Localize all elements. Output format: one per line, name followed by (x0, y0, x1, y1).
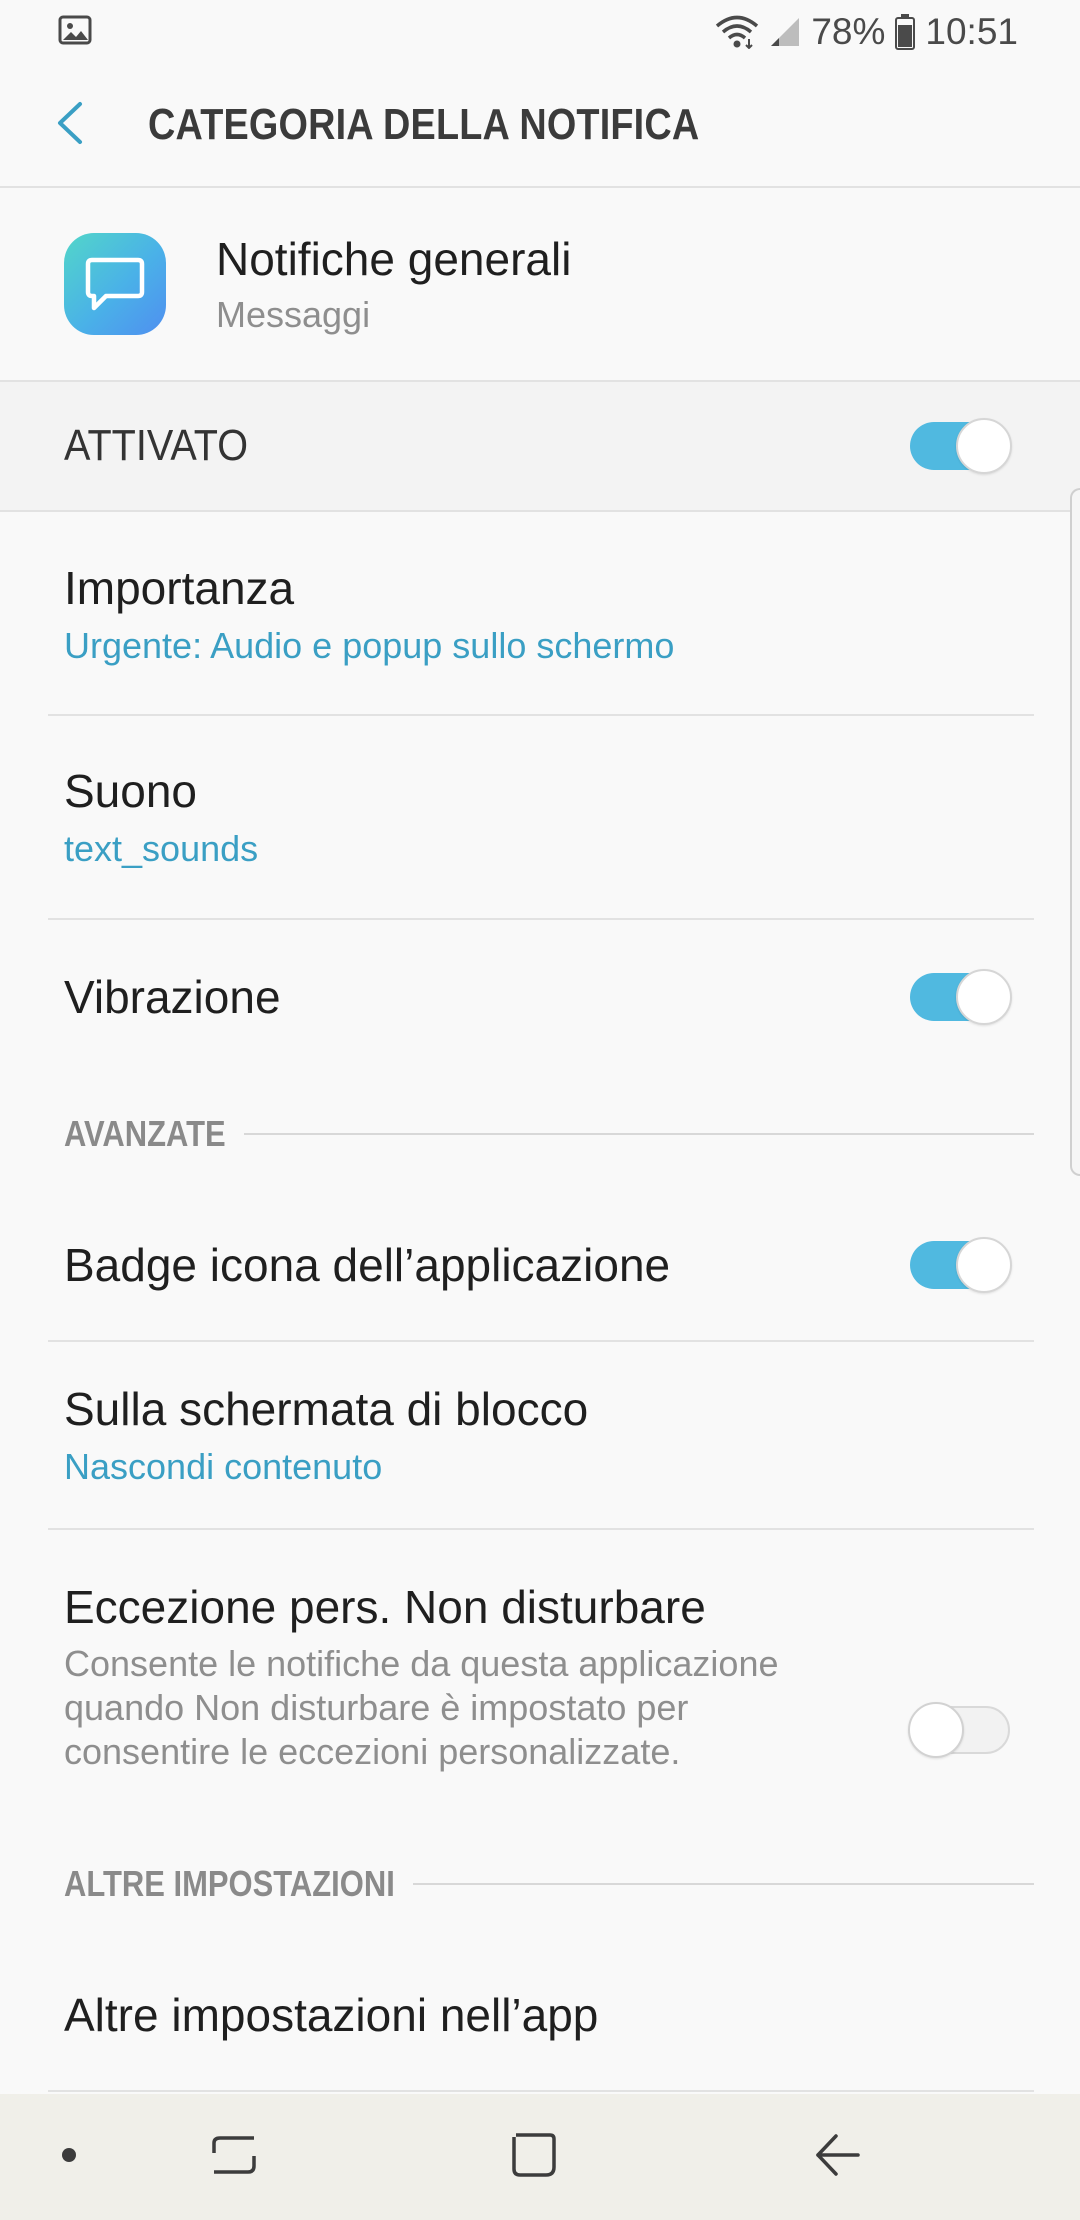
recents-button[interactable] (190, 2117, 278, 2197)
sound-item[interactable]: Suono text_sounds (0, 716, 1080, 918)
importance-item[interactable]: Importanza Urgente: Audio e popup sullo … (0, 514, 1080, 714)
channel-name: Notifiche generali (216, 233, 572, 286)
master-switch-toggle[interactable] (910, 418, 1012, 474)
sound-value: text_sounds (64, 828, 259, 869)
app-bar: CATEGORIA DELLA NOTIFICA (0, 64, 1080, 188)
navigation-bar (0, 2094, 1080, 2220)
app-badge-title: Badge icona dell’applicazione (64, 1239, 671, 1291)
dnd-exception-toggle[interactable] (908, 1702, 1010, 1758)
image-notification-icon (58, 15, 92, 50)
back-button[interactable] (0, 63, 148, 187)
dnd-exception-item[interactable]: Eccezione pers. Non disturbare Consente … (0, 1530, 1080, 1790)
sound-text: Suono text_sounds (64, 764, 258, 870)
screen: 78% 10:51 CATEGORIA DELLA NOTIFICA Notif… (0, 0, 1080, 2220)
clock: 10:51 (925, 11, 1018, 52)
master-switch-label: ATTIVATO (64, 421, 249, 470)
importance-value: Urgente: Audio e popup sullo schermo (64, 625, 675, 666)
lock-screen-item[interactable]: Sulla schermata di blocco Nascondi conte… (0, 1342, 1080, 1528)
messages-app-icon (64, 233, 166, 335)
nav-dot-button[interactable] (44, 2132, 94, 2182)
importance-text: Importanza Urgente: Audio e popup sullo … (64, 561, 674, 667)
toggle-thumb (956, 1237, 1012, 1293)
home-icon (510, 2131, 558, 2184)
status-left (58, 15, 92, 50)
status-bar: 78% 10:51 (0, 0, 1080, 64)
master-switch-row[interactable]: ATTIVATO (0, 382, 1080, 512)
dnd-exception-text: Eccezione pers. Non disturbare Consente … (64, 1580, 864, 1774)
section-header-advanced: AVANZATE (64, 1104, 1034, 1164)
nav-back-button[interactable] (794, 2117, 882, 2197)
wifi-icon (715, 15, 759, 49)
section-label-advanced: AVANZATE (64, 1113, 226, 1154)
battery-percent: 78% (811, 11, 886, 52)
app-badge-toggle[interactable] (910, 1237, 1012, 1293)
dnd-exception-title: Eccezione pers. Non disturbare (64, 1581, 706, 1633)
vibration-title: Vibrazione (64, 971, 281, 1023)
dot-icon (61, 2147, 77, 2168)
status-right: 78% 10:51 (715, 11, 1018, 53)
vibration-toggle[interactable] (910, 969, 1012, 1025)
lock-screen-title: Sulla schermata di blocco (64, 1383, 589, 1435)
toggle-thumb (956, 969, 1012, 1025)
section-label-other: ALTRE IMPOSTAZIONI (64, 1863, 395, 1904)
signal-icon (769, 16, 801, 48)
lock-screen-value: Nascondi contenuto (64, 1446, 383, 1487)
vibration-item[interactable]: Vibrazione (0, 920, 1080, 1074)
app-badge-item[interactable]: Badge icona dell’applicazione (0, 1190, 1080, 1340)
toggle-thumb (908, 1702, 964, 1758)
app-header-text: Notifiche generali Messaggi (216, 232, 571, 335)
battery-icon (895, 14, 916, 50)
importance-title: Importanza (64, 562, 295, 614)
page-title: CATEGORIA DELLA NOTIFICA (148, 100, 700, 149)
app-header: Notifiche generali Messaggi (0, 188, 1080, 382)
app-name: Messaggi (216, 293, 371, 335)
in-app-settings-item[interactable]: Altre impostazioni nell’app (0, 1940, 1080, 2090)
edge-panel-handle[interactable] (1070, 488, 1080, 1176)
section-line (243, 1133, 1034, 1135)
dnd-exception-description: Consente le notifiche da questa applicaz… (64, 1643, 779, 1772)
recents-icon (210, 2133, 258, 2182)
section-header-other: ALTRE IMPOSTAZIONI (64, 1854, 1034, 1914)
home-button[interactable] (490, 2117, 578, 2197)
toggle-thumb (956, 418, 1012, 474)
section-line (412, 1883, 1034, 1885)
lock-screen-text: Sulla schermata di blocco Nascondi conte… (64, 1382, 588, 1488)
sound-title: Suono (64, 765, 198, 817)
chevron-left-icon (54, 100, 84, 151)
back-arrow-icon (814, 2132, 862, 2183)
in-app-settings-title: Altre impostazioni nell’app (64, 1989, 599, 2041)
divider (48, 2090, 1034, 2092)
